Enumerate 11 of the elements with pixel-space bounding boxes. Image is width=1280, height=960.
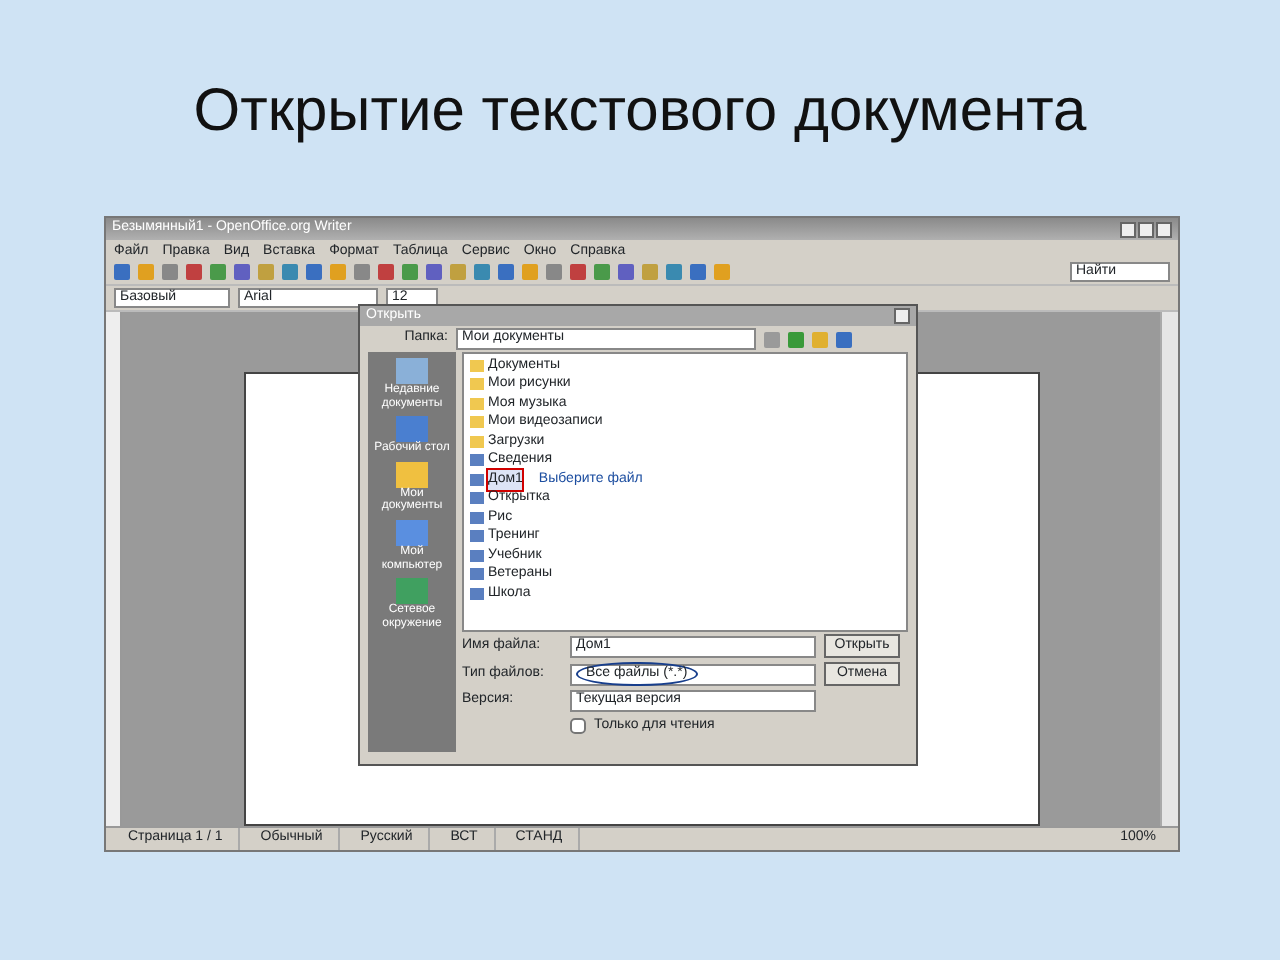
close-button[interactable]	[1156, 221, 1172, 237]
readonly-checkbox[interactable]	[570, 718, 586, 735]
close-button[interactable]	[894, 308, 910, 324]
scrollbar[interactable]	[1160, 312, 1178, 826]
slide-title: Открытие текстового документа	[191, 76, 1089, 148]
place-icon[interactable]	[396, 461, 428, 488]
minimize-button[interactable]	[1120, 221, 1136, 237]
place-icon[interactable]	[396, 519, 428, 546]
place-icon[interactable]	[395, 416, 428, 443]
place-icon[interactable]	[396, 578, 428, 605]
maximize-button[interactable]	[1138, 221, 1154, 237]
